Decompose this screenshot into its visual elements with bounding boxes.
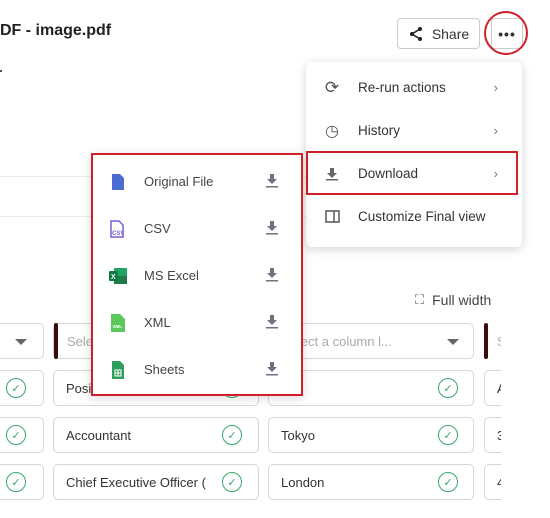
column-select[interactable] [0,323,44,359]
column-color-bar [484,323,488,359]
svg-text:XML: XML [113,324,123,329]
full-width-toggle[interactable]: ⛶ Full width [415,292,491,308]
check-icon: ✓ [6,378,26,398]
menu-item-rerun-actions[interactable]: ⟳ Re-run actions › [306,66,522,109]
caret-down-icon [447,339,459,345]
column-color-bar [54,323,58,359]
download-option-original-file[interactable]: Original File [93,158,301,205]
check-icon: ✓ [222,472,242,492]
highlight-circle [484,11,528,55]
share-button[interactable]: Share [397,18,480,49]
check-icon: ✓ [6,472,26,492]
expand-icon: ⛶ [415,292,425,307]
chevron-right-icon: › [493,80,498,95]
menu-item-history[interactable]: ◷ History › [306,109,522,152]
table-cell[interactable]: 4 [484,464,501,500]
check-icon: ✓ [438,378,458,398]
xml-file-icon: XML [93,313,143,333]
table-cell[interactable]: 3 [484,417,501,453]
download-icon[interactable] [265,361,279,379]
download-option-xml[interactable]: XML XML [93,299,301,346]
share-icon [409,26,422,41]
download-option-csv[interactable]: CSV CSV [93,205,301,252]
check-icon: ✓ [222,425,242,445]
svg-text:X: X [111,274,116,281]
check-icon: ✓ [438,472,458,492]
download-option-sheets[interactable]: Sheets [93,346,301,393]
refresh-icon: ⟳ [324,77,340,97]
check-icon: ✓ [438,425,458,445]
layout-icon [306,210,358,223]
excel-icon: X [93,267,143,285]
table-cell[interactable]: A [484,370,501,406]
csv-file-icon: CSV [93,219,143,238]
file-icon [93,173,143,191]
check-icon: ✓ [6,425,26,445]
download-icon[interactable] [265,267,279,285]
highlight-box-download [306,151,518,195]
chevron-right-icon: › [493,123,498,138]
page-title: DF - image.pdf [0,22,112,39]
sheets-icon [93,360,143,380]
download-icon[interactable] [265,314,279,332]
column-select[interactable]: S [484,323,501,359]
menu-item-customize-final-view[interactable]: Customize Final view [306,195,522,238]
text-fragment [0,70,2,72]
download-icon[interactable] [265,220,279,238]
download-option-ms-excel[interactable]: X MS Excel [93,252,301,299]
caret-down-icon [15,339,27,345]
download-submenu: Original File CSV CSV X MS Excel XML XML Sheets [91,153,303,396]
history-icon: ◷ [325,122,339,140]
download-icon[interactable] [265,173,279,191]
svg-text:CSV: CSV [112,231,124,237]
